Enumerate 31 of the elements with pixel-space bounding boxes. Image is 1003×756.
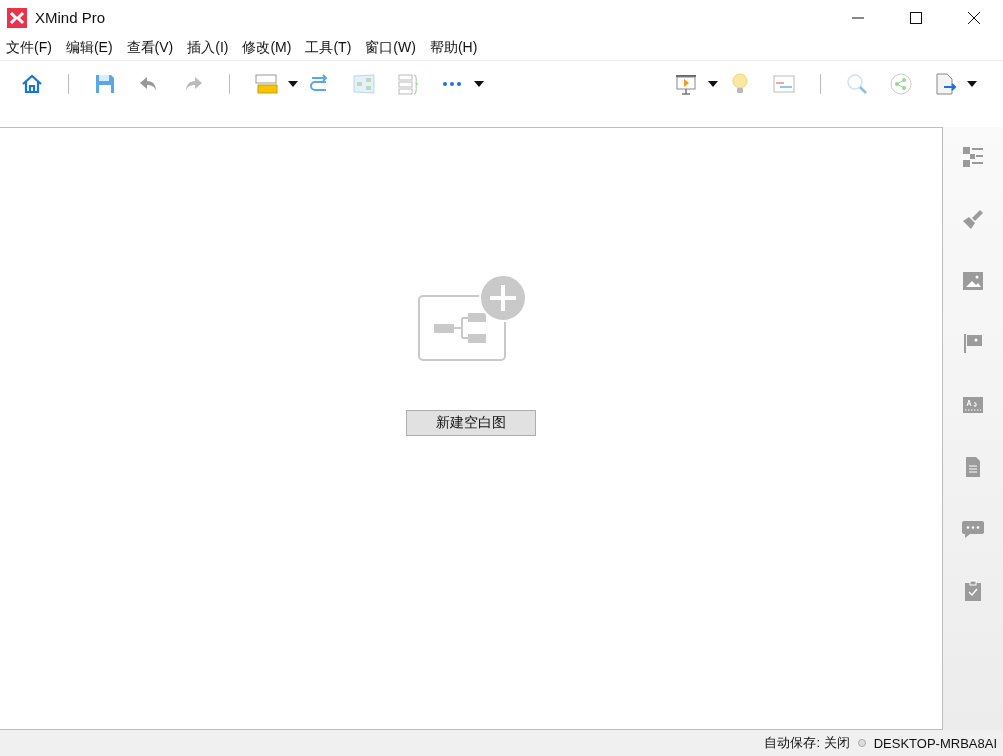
gantt-icon[interactable]	[772, 72, 796, 96]
close-icon[interactable]	[968, 11, 980, 24]
new-blank-map-button[interactable]: 新建空白图	[406, 409, 536, 436]
status-dot-icon	[857, 739, 866, 747]
menu-item[interactable]: 窗口(W)	[365, 38, 416, 57]
menu-item[interactable]: 文件(F)	[6, 38, 52, 57]
menu-item[interactable]: 帮助(H)	[429, 38, 478, 57]
menu-item[interactable]: 工具(T)	[305, 38, 352, 57]
new-map-icon	[416, 273, 526, 364]
caret-icon[interactable]	[967, 81, 977, 87]
topic-icon[interactable]	[254, 72, 278, 96]
menu-item[interactable]: 修改(M)	[242, 38, 292, 57]
caret-icon[interactable]	[474, 81, 484, 87]
search-icon[interactable]	[845, 72, 869, 96]
home-icon[interactable]	[20, 72, 44, 96]
boundary-icon[interactable]	[352, 72, 376, 96]
menu-item[interactable]: 编辑(E)	[65, 38, 113, 57]
export-icon[interactable]	[933, 72, 957, 96]
window-title: XMind Pro	[35, 9, 107, 26]
autosave-status: 自动保存: 关闭	[764, 734, 850, 752]
save-icon[interactable]	[93, 72, 117, 96]
device-name: DESKTOP-MRBA8AI	[873, 735, 997, 751]
caret-icon[interactable]	[288, 81, 298, 87]
caret-icon[interactable]	[708, 81, 718, 87]
menu-item[interactable]: 查看(V)	[126, 38, 174, 57]
menu-item[interactable]: 插入(I)	[187, 38, 229, 57]
share-icon[interactable]	[889, 72, 913, 96]
presentation-icon[interactable]	[674, 72, 698, 96]
app-logo-icon	[7, 7, 27, 28]
summary-icon[interactable]	[396, 72, 420, 96]
maximize-icon[interactable]	[910, 11, 922, 24]
